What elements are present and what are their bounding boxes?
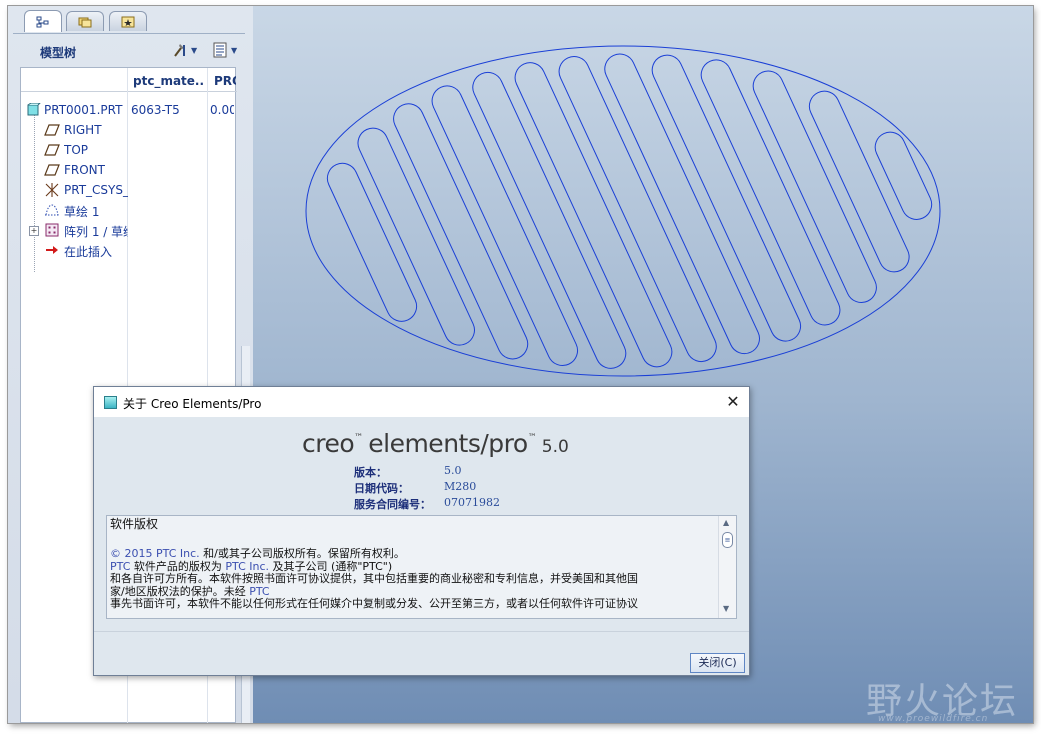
license-heading: 软件版权	[110, 517, 159, 531]
chevron-down-icon: ▼	[231, 45, 238, 55]
sketch-slot	[604, 53, 760, 355]
watermark-url: www.proewildfire.cn	[878, 714, 989, 723]
show-button[interactable]: ▼	[212, 41, 237, 59]
tree-item-label: FRONT	[64, 163, 105, 177]
tree-item-pattern[interactable]: + 阵列 1 / 草绘	[21, 220, 235, 240]
license-ptc-inc: PTC Inc.	[225, 559, 270, 573]
tab-model-tree[interactable]	[24, 10, 62, 32]
scroll-down-icon[interactable]: ▼	[723, 604, 729, 613]
tree-item-top[interactable]: TOP	[21, 140, 235, 160]
info-key: 版本：	[354, 466, 387, 479]
tab-folder-browser[interactable]	[66, 11, 104, 31]
scroll-thumb[interactable]: ≡	[722, 532, 733, 548]
material-value: 6063-T5	[131, 103, 180, 117]
dialog-titlebar[interactable]: 关于 Creo Elements/Pro ✕	[94, 387, 749, 417]
about-dialog: 关于 Creo Elements/Pro ✕ creo™ elements/pr…	[93, 386, 750, 676]
sketch-slot	[651, 54, 802, 342]
tree-item-label: TOP	[64, 143, 89, 157]
datum-plane-icon	[44, 144, 60, 156]
logo-version: 5.0	[541, 437, 569, 457]
pattern-icon	[45, 223, 59, 237]
expand-icon[interactable]: +	[29, 226, 39, 236]
sketch-slot	[874, 131, 933, 220]
info-key: 服务合同编号：	[354, 498, 431, 511]
license-text-span: 事先书面许可，本软件不能以任何形式在任何媒介中复制或分发、公开至第三方，或者以任…	[110, 597, 638, 611]
logo-elements-pro: elements/pro	[368, 429, 528, 458]
license-text-span: 及其子公司 (通称"PTC")	[269, 559, 393, 573]
app-icon	[104, 396, 117, 409]
tab-favorites[interactable]	[109, 11, 147, 31]
insert-arrow-icon	[46, 246, 58, 254]
tree-item-label: 草绘 1	[64, 205, 100, 219]
license-ptc: PTC	[249, 584, 270, 598]
logo-creo: creo	[302, 429, 355, 458]
tree-item-insert-here[interactable]: 在此插入	[21, 240, 235, 260]
settings-button[interactable]: ▼	[172, 41, 197, 59]
info-value: M280	[444, 480, 477, 493]
coordinate-system-icon	[45, 183, 59, 197]
navigator-tabs	[8, 6, 253, 32]
license-copyright: © 2015 PTC Inc.	[110, 547, 200, 561]
sketch-slot	[326, 162, 418, 322]
tree-item-csys[interactable]: PRT_CSYS_DEF	[21, 180, 235, 200]
sketch-slot	[700, 59, 841, 326]
sketch-slot	[357, 127, 475, 346]
column-header-material[interactable]: ptc_mate...	[133, 74, 203, 88]
sketch-slot	[558, 56, 717, 363]
tree-item-front[interactable]: FRONT	[21, 160, 235, 180]
datum-plane-icon	[44, 164, 60, 176]
list-icon	[213, 42, 227, 58]
model-tree-title: 模型树	[40, 46, 77, 60]
license-text: 软件版权 © 2015 PTC Inc. 和/或其子公司版权所有。保留所有权利。…	[110, 518, 715, 610]
sketch-slot	[393, 103, 529, 360]
favorites-icon	[121, 16, 135, 27]
tree-item-part[interactable]: PRT0001.PRT 6063-T5 0.00(	[21, 100, 235, 120]
sketch-slot	[514, 62, 673, 368]
info-value: 5.0	[444, 464, 462, 477]
info-value: 07071982	[444, 496, 500, 509]
tree-item-label: PRT_CSYS_DEF	[64, 183, 128, 197]
license-text-span: 软件产品的版权为	[130, 559, 226, 573]
tree-item-label: PRT0001.PRT	[44, 103, 123, 117]
scroll-up-icon[interactable]: ▲	[723, 518, 729, 527]
close-button[interactable]: 关闭(C)	[690, 653, 745, 673]
tree-toolbar: 模型树 ▼ ▼	[13, 33, 245, 64]
license-text-span: 家/地区版权法的保护。未经	[110, 584, 250, 598]
chevron-down-icon: ▼	[191, 45, 198, 55]
tree-item-sketch[interactable]: 草绘 1	[21, 200, 235, 220]
license-text-span: 和/或其子公司版权所有。保留所有权利。	[199, 547, 405, 561]
tree-item-label: RIGHT	[64, 123, 102, 137]
tree-item-label: 阵列 1 / 草绘	[64, 225, 128, 239]
info-key: 日期代码：	[354, 482, 409, 495]
tools-icon	[174, 44, 185, 57]
footer-divider	[94, 631, 749, 632]
sketch-slot	[431, 85, 579, 367]
dialog-title: 关于 Creo Elements/Pro	[123, 397, 262, 411]
license-ptc: PTC	[110, 559, 131, 573]
sketch-icon	[45, 204, 59, 216]
product-logo: creo™ elements/pro™ 5.0	[302, 429, 569, 458]
folder-icon	[78, 17, 92, 27]
close-icon[interactable]: ✕	[723, 392, 743, 412]
license-scrollbar[interactable]: ▲ ≡ ▼	[718, 516, 736, 618]
watermark-logo: 野火论坛 www.proewildfire.cn	[856, 666, 1033, 723]
model-tree-icon	[36, 16, 49, 27]
datum-plane-icon	[44, 124, 60, 136]
param-value: 0.00(	[210, 103, 234, 117]
tree-item-right[interactable]: RIGHT	[21, 120, 235, 140]
dialog-body: creo™ elements/pro™ 5.0 版本： 5.0 日期代码： M2…	[94, 417, 749, 675]
tree-item-label: 在此插入	[64, 245, 113, 259]
tree-header: ptc_mate... PRO	[21, 68, 237, 92]
license-textbox[interactable]: 软件版权 © 2015 PTC Inc. 和/或其子公司版权所有。保留所有权利。…	[106, 515, 737, 619]
column-header-pro[interactable]: PRO	[214, 74, 236, 88]
part-icon	[27, 103, 41, 116]
sketch-slot	[472, 71, 627, 369]
sketch-ellipse	[305, 45, 941, 377]
